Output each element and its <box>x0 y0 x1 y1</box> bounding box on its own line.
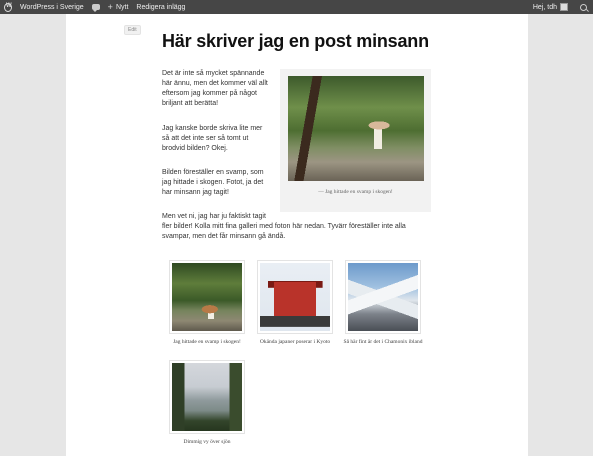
new-content-menu[interactable]: + Nytt <box>104 0 133 14</box>
post-page: Edit Här skriver jag en post minsann Det… <box>66 14 528 456</box>
paragraph-mushroom: Bilden föreställer en svamp, som jag hit… <box>162 169 264 196</box>
featured-image-caption: — Jag hittade en svamp i skogen! <box>318 189 393 195</box>
comments-link[interactable] <box>88 0 104 14</box>
paragraph-more: Jag kanske borde skriva lite mer så att … <box>162 125 263 152</box>
plus-icon: + <box>107 1 113 12</box>
wordpress-menu[interactable] <box>0 0 16 14</box>
edit-post-link[interactable]: Redigera inlägg <box>132 0 189 14</box>
paragraph-gallery-lead: Men vet ni, jag har ju faktiskt tagit <box>162 213 266 220</box>
account-menu[interactable]: Hej, tdh <box>529 0 572 14</box>
gallery-thumb-kyoto[interactable] <box>257 260 333 334</box>
gallery-caption: Okända japaner poserar i Kyoto <box>259 339 331 345</box>
site-name-link[interactable]: WordPress i Sverige <box>16 0 88 14</box>
paragraph-intro: Det är inte så mycket spännande här ännu… <box>162 70 268 107</box>
avatar <box>560 3 568 11</box>
wordpress-logo-icon <box>4 2 12 12</box>
mushroom-thumbnail <box>172 263 242 331</box>
gallery-caption: Dimmig vy över sjön <box>183 439 231 445</box>
comment-bubble-icon <box>91 4 100 12</box>
greeting-label: Hej, tdh <box>532 3 557 11</box>
featured-image-figure: — Jag hittade en svamp i skogen! <box>280 69 431 212</box>
lake-thumbnail <box>172 363 242 431</box>
kyoto-thumbnail <box>260 263 330 331</box>
new-content-label: Nytt <box>115 3 129 11</box>
mushroom-photo[interactable] <box>288 76 424 181</box>
gallery-thumb-lake[interactable] <box>169 360 245 434</box>
gallery-caption: Så här fint är det i Chamonix ibland <box>343 339 423 345</box>
paragraph-gallery-intro: fler bilder! Kolla mitt fina galleri med… <box>162 223 406 240</box>
gallery-thumb-chamonix[interactable] <box>345 260 421 334</box>
edit-link[interactable]: Edit <box>124 25 141 35</box>
post-title: Här skriver jag en post minsann <box>162 31 429 51</box>
admin-bar: WordPress i Sverige + Nytt Redigera inlä… <box>0 0 593 14</box>
search-icon[interactable] <box>580 3 587 11</box>
gallery-thumb-mushroom[interactable] <box>169 260 245 334</box>
gallery-caption: Jag hittade en svamp i skogen! <box>173 339 241 345</box>
chamonix-thumbnail <box>348 263 418 331</box>
